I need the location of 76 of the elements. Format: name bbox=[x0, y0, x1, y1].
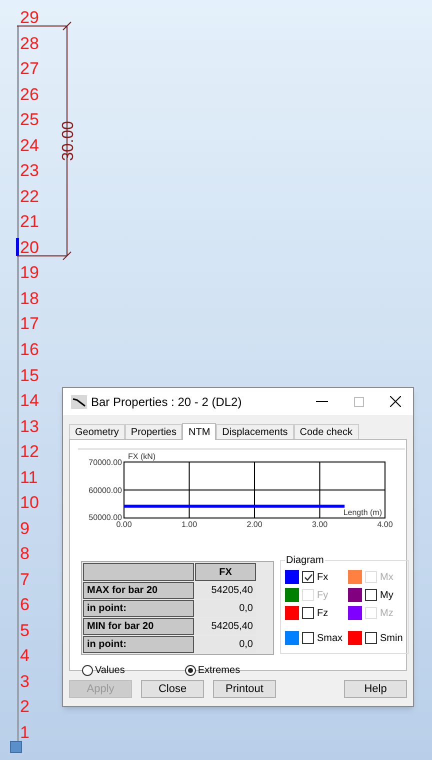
tab[interactable]: Displacements bbox=[216, 424, 294, 439]
node-label: 19 bbox=[20, 264, 39, 282]
radio-label: Extremes bbox=[198, 664, 240, 678]
node-label: 4 bbox=[20, 647, 30, 664]
x-tick-label: 1.00 bbox=[181, 520, 198, 529]
column-header: FX bbox=[195, 563, 256, 581]
minimize-icon[interactable] bbox=[316, 400, 328, 402]
node-label: 1 bbox=[20, 724, 30, 741]
x-axis-title: Length (m) bbox=[343, 508, 382, 517]
node-label: 2 bbox=[20, 698, 30, 716]
close-icon[interactable] bbox=[390, 396, 401, 407]
node-label: 28 bbox=[20, 34, 39, 52]
checkbox[interactable] bbox=[302, 607, 314, 619]
dimension-value: 30.00 bbox=[61, 120, 77, 161]
row-header: in point: bbox=[83, 636, 194, 653]
checkbox-label: Smin bbox=[380, 632, 403, 646]
checkbox-label: Fz bbox=[317, 606, 328, 620]
node-label: 12 bbox=[20, 443, 39, 460]
checkbox[interactable] bbox=[302, 571, 314, 583]
checkbox-label: Mx bbox=[380, 570, 394, 584]
node-label: 9 bbox=[20, 520, 30, 537]
tab[interactable]: NTM bbox=[182, 423, 216, 440]
y-axis-title: FX (kN) bbox=[128, 452, 156, 461]
node-label: 3 bbox=[20, 672, 30, 690]
checkbox-label: Smax bbox=[317, 632, 343, 646]
dialog-button[interactable]: Close bbox=[141, 680, 204, 698]
x-tick-label: 4.00 bbox=[377, 520, 393, 529]
row-header: MIN for bar 20 bbox=[83, 618, 194, 635]
node-label: 13 bbox=[20, 418, 39, 435]
dialog-button[interactable]: Help bbox=[344, 680, 407, 698]
node-label: 15 bbox=[20, 366, 39, 384]
node-label: 11 bbox=[20, 468, 38, 486]
node-label: 6 bbox=[20, 596, 30, 614]
checkbox-label: Fx bbox=[317, 570, 328, 584]
support-node bbox=[10, 741, 22, 753]
radio-button[interactable] bbox=[184, 665, 196, 676]
node-label: 17 bbox=[20, 315, 39, 332]
node-label: 8 bbox=[20, 545, 30, 562]
checkbox[interactable] bbox=[365, 632, 377, 644]
x-tick-label: 3.00 bbox=[312, 520, 328, 529]
node-label: 25 bbox=[20, 111, 39, 128]
node-label: 14 bbox=[20, 392, 39, 410]
group-title: Diagram bbox=[285, 554, 325, 568]
node-label: 23 bbox=[20, 162, 39, 180]
checkbox[interactable] bbox=[302, 632, 314, 644]
node-label: 27 bbox=[20, 60, 39, 78]
checkbox-label: Fy bbox=[317, 588, 328, 602]
window-title: Bar Properties : 20 - 2 (DL2) bbox=[91, 394, 242, 410]
node-label: 29 bbox=[20, 9, 39, 26]
tab[interactable]: Geometry bbox=[69, 424, 125, 439]
x-tick-label: 2.00 bbox=[246, 520, 262, 529]
tab[interactable]: Code check bbox=[294, 424, 359, 439]
y-tick-label: 50000.00 bbox=[88, 513, 122, 522]
node-label: 20 bbox=[20, 238, 39, 256]
bar-icon bbox=[71, 394, 87, 408]
node-label: 16 bbox=[20, 340, 39, 358]
node-label: 7 bbox=[20, 570, 30, 588]
node-label: 22 bbox=[20, 188, 39, 205]
node-label: 26 bbox=[20, 86, 39, 103]
row-header: in point: bbox=[83, 600, 194, 617]
checkbox-label: My bbox=[380, 588, 394, 602]
node-label: 5 bbox=[20, 622, 30, 639]
x-tick-label: 0.00 bbox=[116, 520, 132, 529]
row-header: MAX for bar 20 bbox=[83, 582, 194, 599]
node-label: 18 bbox=[20, 290, 39, 307]
checkbox-label: Mz bbox=[380, 606, 394, 620]
y-tick-label: 60000.00 bbox=[88, 486, 122, 495]
tab[interactable]: Properties bbox=[124, 424, 182, 439]
node-label: 24 bbox=[20, 136, 39, 154]
checkbox[interactable] bbox=[365, 589, 377, 601]
radio-label: Values bbox=[95, 664, 125, 678]
node-label: 10 bbox=[20, 494, 39, 512]
node-label: 21 bbox=[20, 213, 39, 230]
dialog-button[interactable]: Printout bbox=[213, 680, 276, 698]
radio-button[interactable] bbox=[82, 665, 93, 676]
y-tick-label: 70000.00 bbox=[88, 458, 122, 467]
